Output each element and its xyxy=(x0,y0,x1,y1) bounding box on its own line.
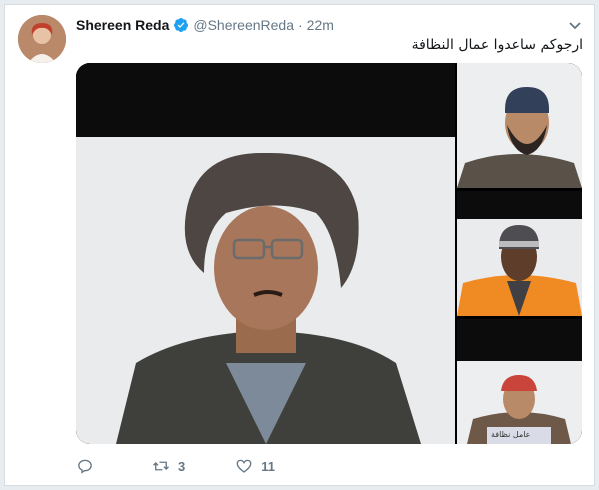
tweet-header: Shereen Reda @ShereenReda · 22m xyxy=(76,16,334,34)
media-photo-main[interactable] xyxy=(76,63,455,444)
photo-man-beanie xyxy=(457,63,582,188)
photo-man-turban xyxy=(76,63,455,444)
media-photo-side-1[interactable] xyxy=(457,63,582,188)
author-handle[interactable]: @ShereenReda xyxy=(193,16,294,34)
media-photo-side-3[interactable]: عامل نظافة xyxy=(457,319,582,444)
photo-man-orange-vest xyxy=(457,191,582,316)
reply-button[interactable] xyxy=(76,457,102,475)
retweet-count: 3 xyxy=(178,458,186,474)
like-count: 11 xyxy=(261,458,275,474)
tweet-card[interactable]: Shereen Reda @ShereenReda · 22m ارجوكم س… xyxy=(4,4,595,486)
author-name[interactable]: Shereen Reda xyxy=(76,16,169,34)
timestamp[interactable]: 22m xyxy=(307,16,334,34)
tweet-text: ارجوكم ساعدوا عمال النظافة xyxy=(411,37,583,53)
chevron-down-icon[interactable] xyxy=(567,17,583,33)
like-icon xyxy=(236,459,252,473)
media-photo-side-2[interactable] xyxy=(457,191,582,316)
verified-badge-icon xyxy=(174,18,189,32)
retweet-button[interactable]: 3 xyxy=(152,457,185,475)
avatar-image xyxy=(18,15,66,63)
retweet-icon xyxy=(153,461,169,471)
avatar[interactable] xyxy=(18,15,66,63)
sign-text: عامل نظافة xyxy=(491,430,531,439)
tweet-actions: 3 11 xyxy=(76,457,325,475)
photo-man-cap-sign xyxy=(457,319,582,444)
separator: · xyxy=(298,17,303,33)
like-button[interactable]: 11 xyxy=(235,457,275,475)
reply-icon xyxy=(78,459,92,474)
media-grid: عامل نظافة xyxy=(76,63,582,444)
